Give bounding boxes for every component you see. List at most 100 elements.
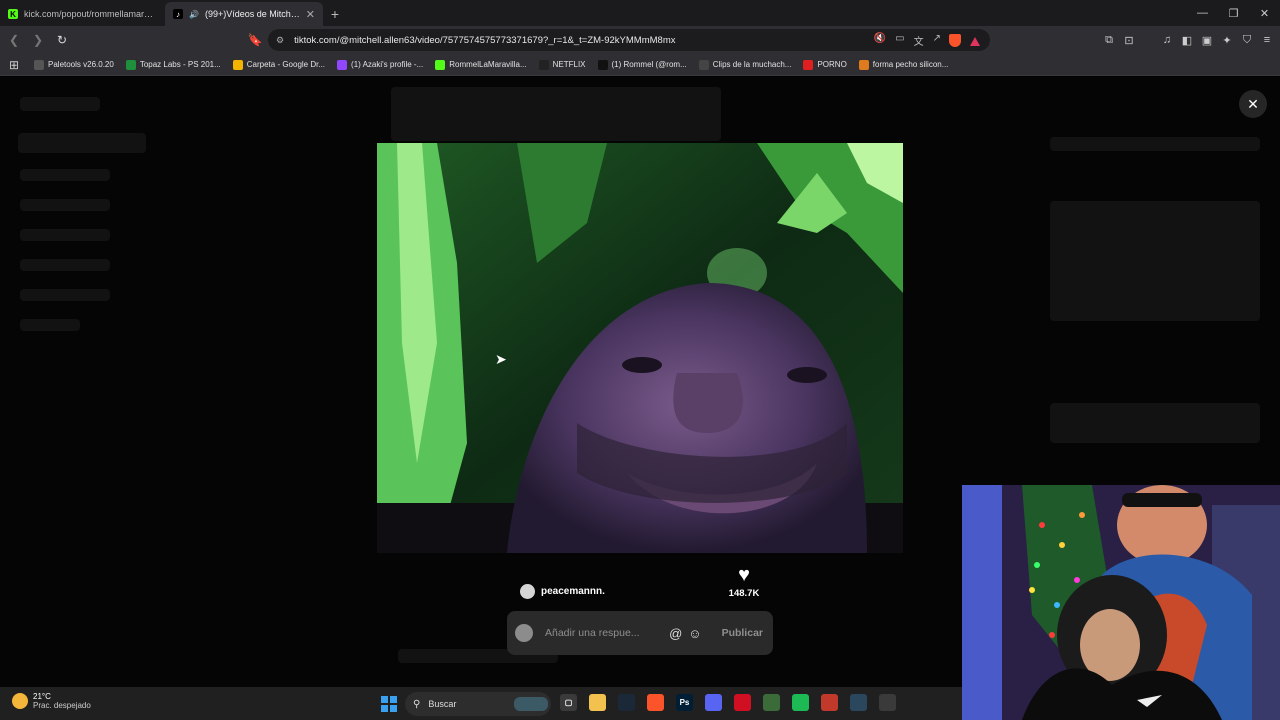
avatar[interactable]	[520, 584, 535, 599]
bookmark-icon[interactable]: 🔖	[246, 30, 264, 50]
tab-kick[interactable]: K kick.com/popout/rommellamaravilla	[0, 2, 165, 26]
restore-icon[interactable]: ❐	[1218, 0, 1249, 26]
new-tab-button[interactable]: +	[323, 2, 347, 26]
search-label: Buscar	[428, 699, 457, 709]
mouse-cursor-icon: ➤	[495, 351, 507, 367]
video-frame-image	[377, 143, 903, 553]
bookmark-item[interactable]: PORNO	[797, 59, 852, 70]
bookmark-label: forma pecho silicon...	[872, 60, 949, 69]
reply-input[interactable]	[545, 627, 664, 639]
weather-widget[interactable]: 21°C Prac. despejado	[12, 692, 91, 710]
bookmark-label: Topaz Labs - PS 201...	[139, 60, 221, 69]
globe-icon	[34, 59, 44, 70]
ghost-search	[18, 133, 146, 153]
task-view-icon[interactable]: ▢	[560, 694, 577, 711]
search-icon: ⚲	[413, 698, 421, 710]
minimize-icon[interactable]: —	[1187, 0, 1218, 26]
close-icon[interactable]: ✕	[1239, 90, 1267, 118]
mention-icon[interactable]: @	[669, 626, 682, 641]
weather-condition: Prac. despejado	[33, 701, 91, 710]
brave-icon[interactable]	[647, 694, 664, 711]
post-author[interactable]: peacemannn.	[520, 584, 605, 599]
reload-icon[interactable]: ↻	[52, 30, 72, 50]
heart-icon[interactable]: ♥	[738, 565, 750, 585]
bookmark-item[interactable]: (1) Rommel (@rom...	[592, 59, 693, 70]
file-explorer-icon[interactable]	[589, 694, 606, 711]
screenshot-icon[interactable]: ⊡	[1122, 30, 1136, 50]
extensions-icon[interactable]: ⧉	[1102, 30, 1116, 50]
bookmark-item[interactable]: forma pecho silicon...	[853, 59, 955, 70]
close-tab-icon[interactable]: ✕	[306, 8, 315, 21]
url-text[interactable]: tiktok.com/@mitchell.allen63/video/75775…	[294, 35, 874, 46]
browser-toolbar: ❮ ❯ ↻ 🔖 ⚙ tiktok.com/@mitchell.allen63/v…	[0, 26, 1280, 54]
address-bar[interactable]: ⚙ tiktok.com/@mitchell.allen63/video/757…	[268, 29, 990, 51]
brave-shields-icon[interactable]	[949, 33, 961, 47]
bookmark-item[interactable]: NETFLIX	[533, 59, 592, 70]
apps-grid-icon[interactable]: ⊞	[0, 58, 28, 72]
start-button[interactable]	[381, 696, 397, 712]
kick-icon	[435, 59, 446, 70]
tab-strip: K kick.com/popout/rommellamaravilla ♪ 🔊 …	[0, 0, 1280, 26]
bookmark-label: Carpeta - Google Dr...	[246, 60, 326, 69]
folder-icon	[858, 59, 869, 70]
ghost-nav	[20, 319, 80, 331]
ghost-tabs	[1050, 137, 1260, 151]
sidebar-icon[interactable]: ◧	[1180, 30, 1194, 50]
share-icon[interactable]: ↗	[933, 33, 941, 48]
brave-rewards-icon[interactable]	[970, 36, 980, 46]
taskbar-search[interactable]: ⚲ Buscar	[405, 692, 551, 716]
back-icon[interactable]: ❮	[4, 30, 24, 50]
ghost-comment	[1050, 201, 1260, 321]
close-window-icon[interactable]: ✕	[1249, 0, 1280, 26]
forward-icon[interactable]: ❯	[28, 30, 48, 50]
bookmark-label: PORNO	[817, 60, 847, 69]
vpn-icon[interactable]: ⛉	[1240, 30, 1254, 50]
leo-icon[interactable]: ✦	[1220, 30, 1234, 50]
author-name[interactable]: peacemannn.	[541, 586, 605, 597]
translate-icon[interactable]: 文	[914, 33, 924, 48]
site-info-icon[interactable]: ⚙	[276, 35, 284, 46]
like-button[interactable]: ♥ 148.7K	[726, 565, 762, 599]
bookmark-label: RommelLaMaravilla...	[449, 60, 527, 69]
app-icon[interactable]	[763, 694, 780, 711]
ghost-nav	[20, 169, 110, 181]
spotify-icon[interactable]	[792, 694, 809, 711]
webcam-image	[962, 485, 1280, 720]
tab-tiktok[interactable]: ♪ 🔊 (99+)Vídeos de Mitchell Allen ✕	[165, 2, 323, 26]
opera-icon[interactable]	[734, 694, 751, 711]
bookmark-item[interactable]: Clips de la muchach...	[693, 59, 798, 70]
x-icon	[597, 59, 608, 70]
media-icon[interactable]: ♫	[1160, 30, 1174, 50]
mute-icon[interactable]: 🔇	[874, 33, 886, 48]
bookmark-item[interactable]: Topaz Labs - PS 201...	[120, 59, 227, 70]
steam-icon[interactable]	[850, 694, 867, 711]
bookmark-label: Clips de la muchach...	[712, 60, 792, 69]
bookmark-item[interactable]: Paletools v26.0.20	[28, 59, 120, 70]
publish-button[interactable]: Publicar	[722, 627, 763, 639]
menu-icon[interactable]: ≡	[1260, 30, 1274, 50]
avatar	[515, 624, 533, 642]
drive-icon	[125, 59, 136, 70]
window-controls: — ❐ ✕	[1187, 0, 1280, 26]
wallet-icon[interactable]: ▣	[1200, 30, 1214, 50]
discord-icon[interactable]	[705, 694, 722, 711]
ghost-nav	[20, 199, 110, 211]
app-icon[interactable]	[821, 694, 838, 711]
bookmarks-bar: ⊞ Paletools v26.0.20 Topaz Labs - PS 201.…	[0, 54, 1280, 76]
weather-icon	[12, 693, 28, 709]
speaker-icon[interactable]: 🔊	[189, 10, 199, 19]
photoshop-icon[interactable]: Ps	[676, 694, 693, 711]
video-player[interactable]	[377, 143, 903, 553]
cast-icon[interactable]: ▭	[895, 33, 904, 48]
steam-icon[interactable]	[618, 694, 635, 711]
bookmark-item[interactable]: (1) Azaki's profile -...	[331, 59, 429, 70]
bookmark-item[interactable]: RommelLaMaravilla...	[429, 59, 532, 70]
emoji-icon[interactable]: ☺	[688, 626, 701, 641]
netflix-icon	[538, 59, 549, 70]
obs-icon[interactable]	[879, 694, 896, 711]
bookmark-item[interactable]: Carpeta - Google Dr...	[227, 59, 331, 70]
tab-title: (99+)Vídeos de Mitchell Allen	[204, 9, 300, 19]
webcam-overlay	[962, 485, 1280, 720]
youtube-icon	[803, 59, 814, 70]
ghost-nav	[20, 229, 110, 241]
